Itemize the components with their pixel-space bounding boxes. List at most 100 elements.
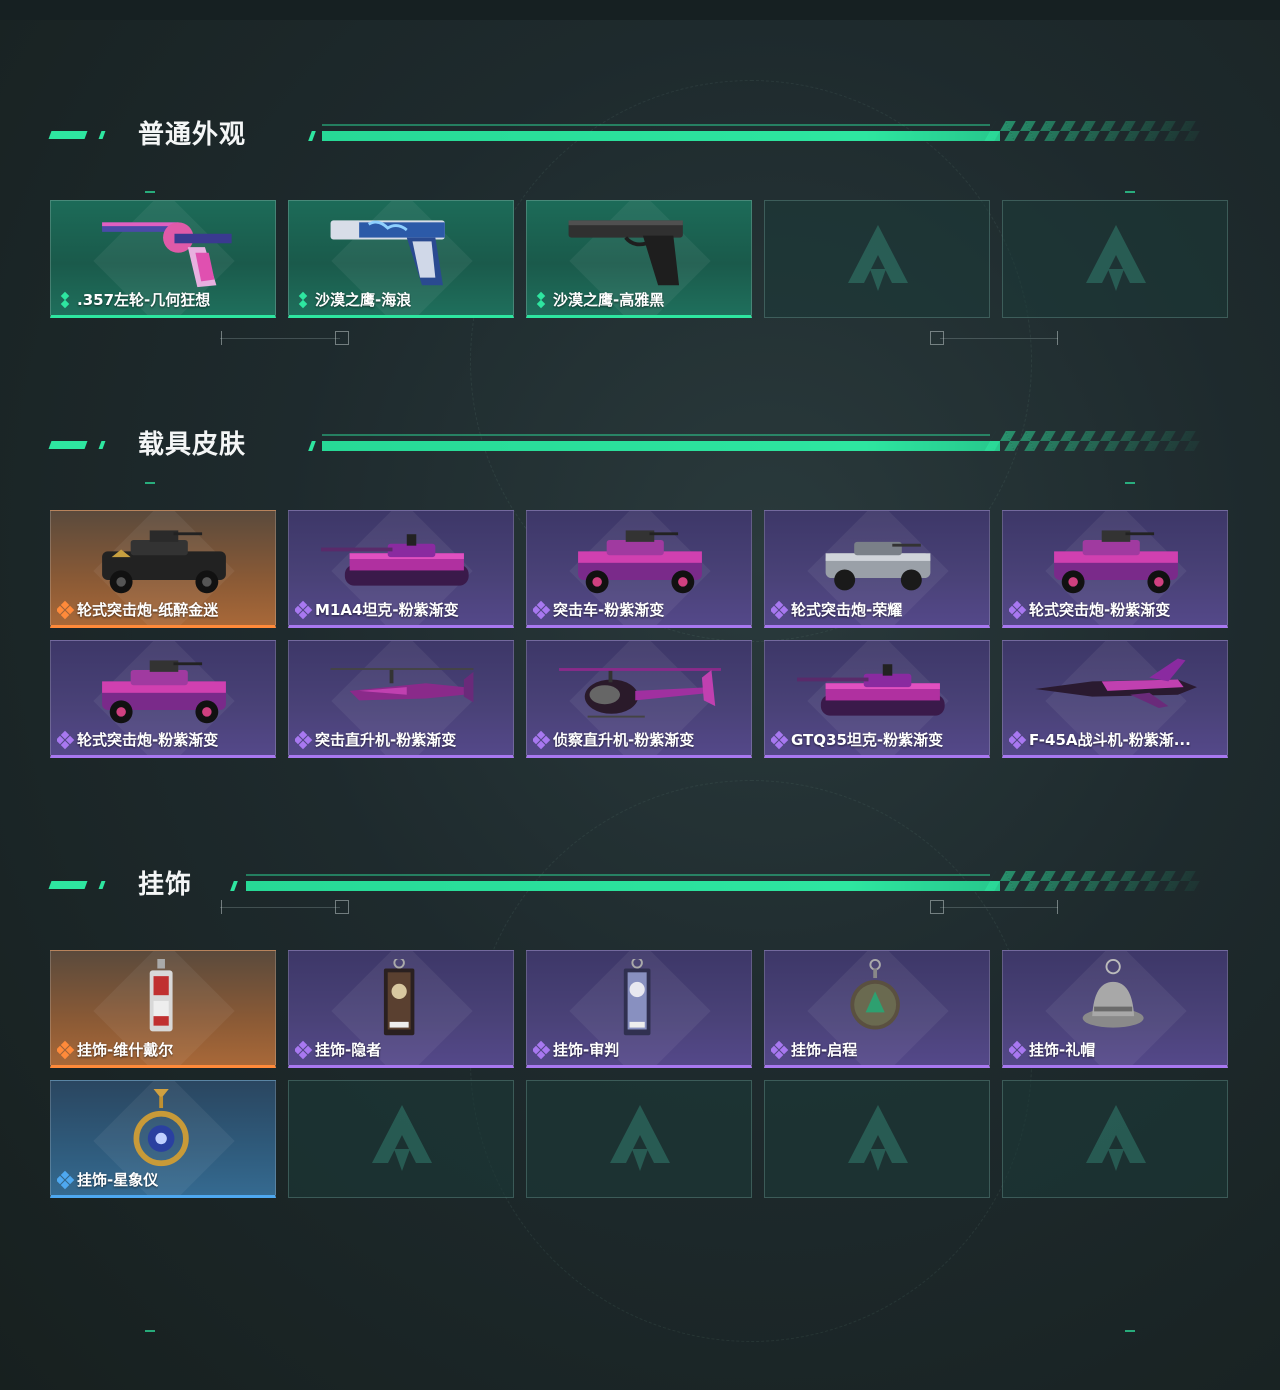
item-name: 挂饰-维什戴尔	[57, 1039, 173, 1060]
item-card[interactable]: 挂饰-维什戴尔	[50, 950, 276, 1068]
section-title: 挂饰	[138, 870, 193, 900]
item-card[interactable]: 轮式突击炮-纸醉金迷	[50, 510, 276, 628]
item-name-text: F-45A战斗机-粉紫渐...	[1029, 731, 1191, 749]
item-name-text: 沙漠之鹰-高雅黑	[553, 291, 665, 309]
header-bar-thin	[246, 874, 990, 876]
item-name: 挂饰-星象仪	[57, 1169, 158, 1190]
item-card[interactable]: 挂饰-隐者	[288, 950, 514, 1068]
item-name: 沙漠之鹰-高雅黑	[533, 289, 664, 310]
item-pistol-black-icon	[568, 220, 683, 286]
item-name: 突击直升机-粉紫渐变	[295, 729, 456, 750]
item-attack-heli-icon	[330, 668, 474, 703]
item-card[interactable]: 挂饰-礼帽	[1002, 950, 1228, 1068]
item-armored-car-white-icon	[825, 541, 931, 591]
rarity-icon	[533, 600, 551, 619]
item-card[interactable]: GTQ35坦克-粉紫渐变	[764, 640, 990, 758]
corner-mark	[145, 482, 155, 484]
header-accent	[48, 131, 88, 139]
placeholder-logo-icon	[610, 1105, 670, 1171]
header-bar-thin	[322, 124, 990, 126]
rarity-icon	[533, 1040, 551, 1059]
item-name: 轮式突击炮-粉紫渐变	[1009, 599, 1170, 620]
item-pistol-blue-icon	[330, 220, 445, 286]
item-card[interactable]: M1A4坦克-粉紫渐变	[288, 510, 514, 628]
empty-slot[interactable]	[764, 1080, 990, 1198]
corner-mark	[1125, 191, 1135, 193]
item-armored-car-black-icon	[102, 530, 226, 594]
empty-slot[interactable]	[1002, 1080, 1228, 1198]
item-name: 突击车-粉紫渐变	[533, 599, 664, 620]
item-name-text: 突击直升机-粉紫渐变	[315, 731, 457, 749]
header-accent	[48, 881, 88, 889]
rarity-icon	[771, 1040, 789, 1059]
item-card[interactable]: 挂饰-星象仪	[50, 1080, 276, 1198]
item-name: 轮式突击炮-粉紫渐变	[57, 729, 218, 750]
rarity-icon	[1009, 600, 1027, 619]
item-name: 挂饰-隐者	[295, 1039, 381, 1060]
item-name-text: 轮式突击炮-荣耀	[791, 601, 903, 619]
item-card[interactable]: 沙漠之鹰-海浪	[288, 200, 514, 318]
item-card[interactable]: 挂饰-启程	[764, 950, 990, 1068]
item-name-text: 轮式突击炮-粉紫渐变	[77, 731, 219, 749]
rarity-icon	[295, 1040, 313, 1059]
item-card[interactable]: F-45A战斗机-粉紫渐...	[1002, 640, 1228, 758]
empty-slot[interactable]	[764, 200, 990, 318]
rarity-icon	[533, 291, 549, 308]
item-name: GTQ35坦克-粉紫渐变	[771, 729, 943, 750]
item-card[interactable]: 侦察直升机-粉紫渐变	[526, 640, 752, 758]
item-card[interactable]: 轮式突击炮-粉紫渐变	[50, 640, 276, 758]
item-card[interactable]: 沙漠之鹰-高雅黑	[526, 200, 752, 318]
header-accent	[308, 441, 316, 451]
item-armored-car-icon	[102, 660, 226, 724]
rarity-icon	[771, 600, 789, 619]
item-card[interactable]: 突击直升机-粉紫渐变	[288, 640, 514, 758]
corner-mark	[145, 191, 155, 193]
item-charm-tag-icon	[149, 959, 173, 1032]
header-bar-thin	[322, 434, 990, 436]
item-charm-hat-icon	[1082, 959, 1144, 1028]
item-tank-icon	[321, 534, 469, 586]
hud-box	[930, 331, 944, 345]
rarity-icon	[57, 600, 75, 619]
item-name-text: M1A4坦克-粉紫渐变	[315, 601, 459, 619]
empty-slot[interactable]	[288, 1080, 514, 1198]
header-accent	[48, 441, 88, 449]
corner-mark	[145, 1330, 155, 1332]
header-checker	[984, 121, 1206, 141]
item-name: 沙漠之鹰-海浪	[295, 289, 411, 310]
empty-slot[interactable]	[526, 1080, 752, 1198]
item-name-text: 沙漠之鹰-海浪	[315, 291, 412, 309]
rarity-icon	[533, 730, 551, 749]
header-accent	[230, 881, 238, 891]
item-name: 轮式突击炮-纸醉金迷	[57, 599, 218, 620]
rarity-icon	[57, 1040, 75, 1059]
rarity-icon	[57, 730, 75, 749]
item-scout-heli-icon	[559, 668, 721, 718]
item-armored-car-icon	[578, 530, 702, 594]
item-card[interactable]: 轮式突击炮-粉紫渐变	[1002, 510, 1228, 628]
item-card[interactable]: 挂饰-审判	[526, 950, 752, 1068]
item-charm-card-light-icon	[623, 959, 651, 1036]
header-accent	[308, 131, 316, 141]
item-card[interactable]: .357左轮-几何狂想	[50, 200, 276, 318]
rarity-icon	[1009, 730, 1027, 749]
item-charm-astrolabe-icon	[133, 1089, 189, 1167]
item-name-text: .357左轮-几何狂想	[77, 291, 211, 309]
placeholder-logo-icon	[1086, 1105, 1146, 1171]
section-header-vehicle: 载具皮肤	[48, 430, 1206, 472]
item-name: 侦察直升机-粉紫渐变	[533, 729, 694, 750]
hud-tick	[1057, 331, 1058, 345]
hud-box	[335, 331, 349, 345]
hud-line	[940, 338, 1058, 339]
item-name-text: 侦察直升机-粉紫渐变	[553, 731, 695, 749]
item-card[interactable]: 轮式突击炮-荣耀	[764, 510, 990, 628]
header-checker	[984, 431, 1206, 451]
rarity-icon	[295, 600, 313, 619]
item-name-text: 挂饰-启程	[791, 1041, 858, 1059]
item-card[interactable]: 突击车-粉紫渐变	[526, 510, 752, 628]
corner-mark	[1125, 1330, 1135, 1332]
item-name-text: 挂饰-礼帽	[1029, 1041, 1096, 1059]
empty-slot[interactable]	[1002, 200, 1228, 318]
item-name: 轮式突击炮-荣耀	[771, 599, 902, 620]
item-tank-icon	[797, 664, 945, 716]
